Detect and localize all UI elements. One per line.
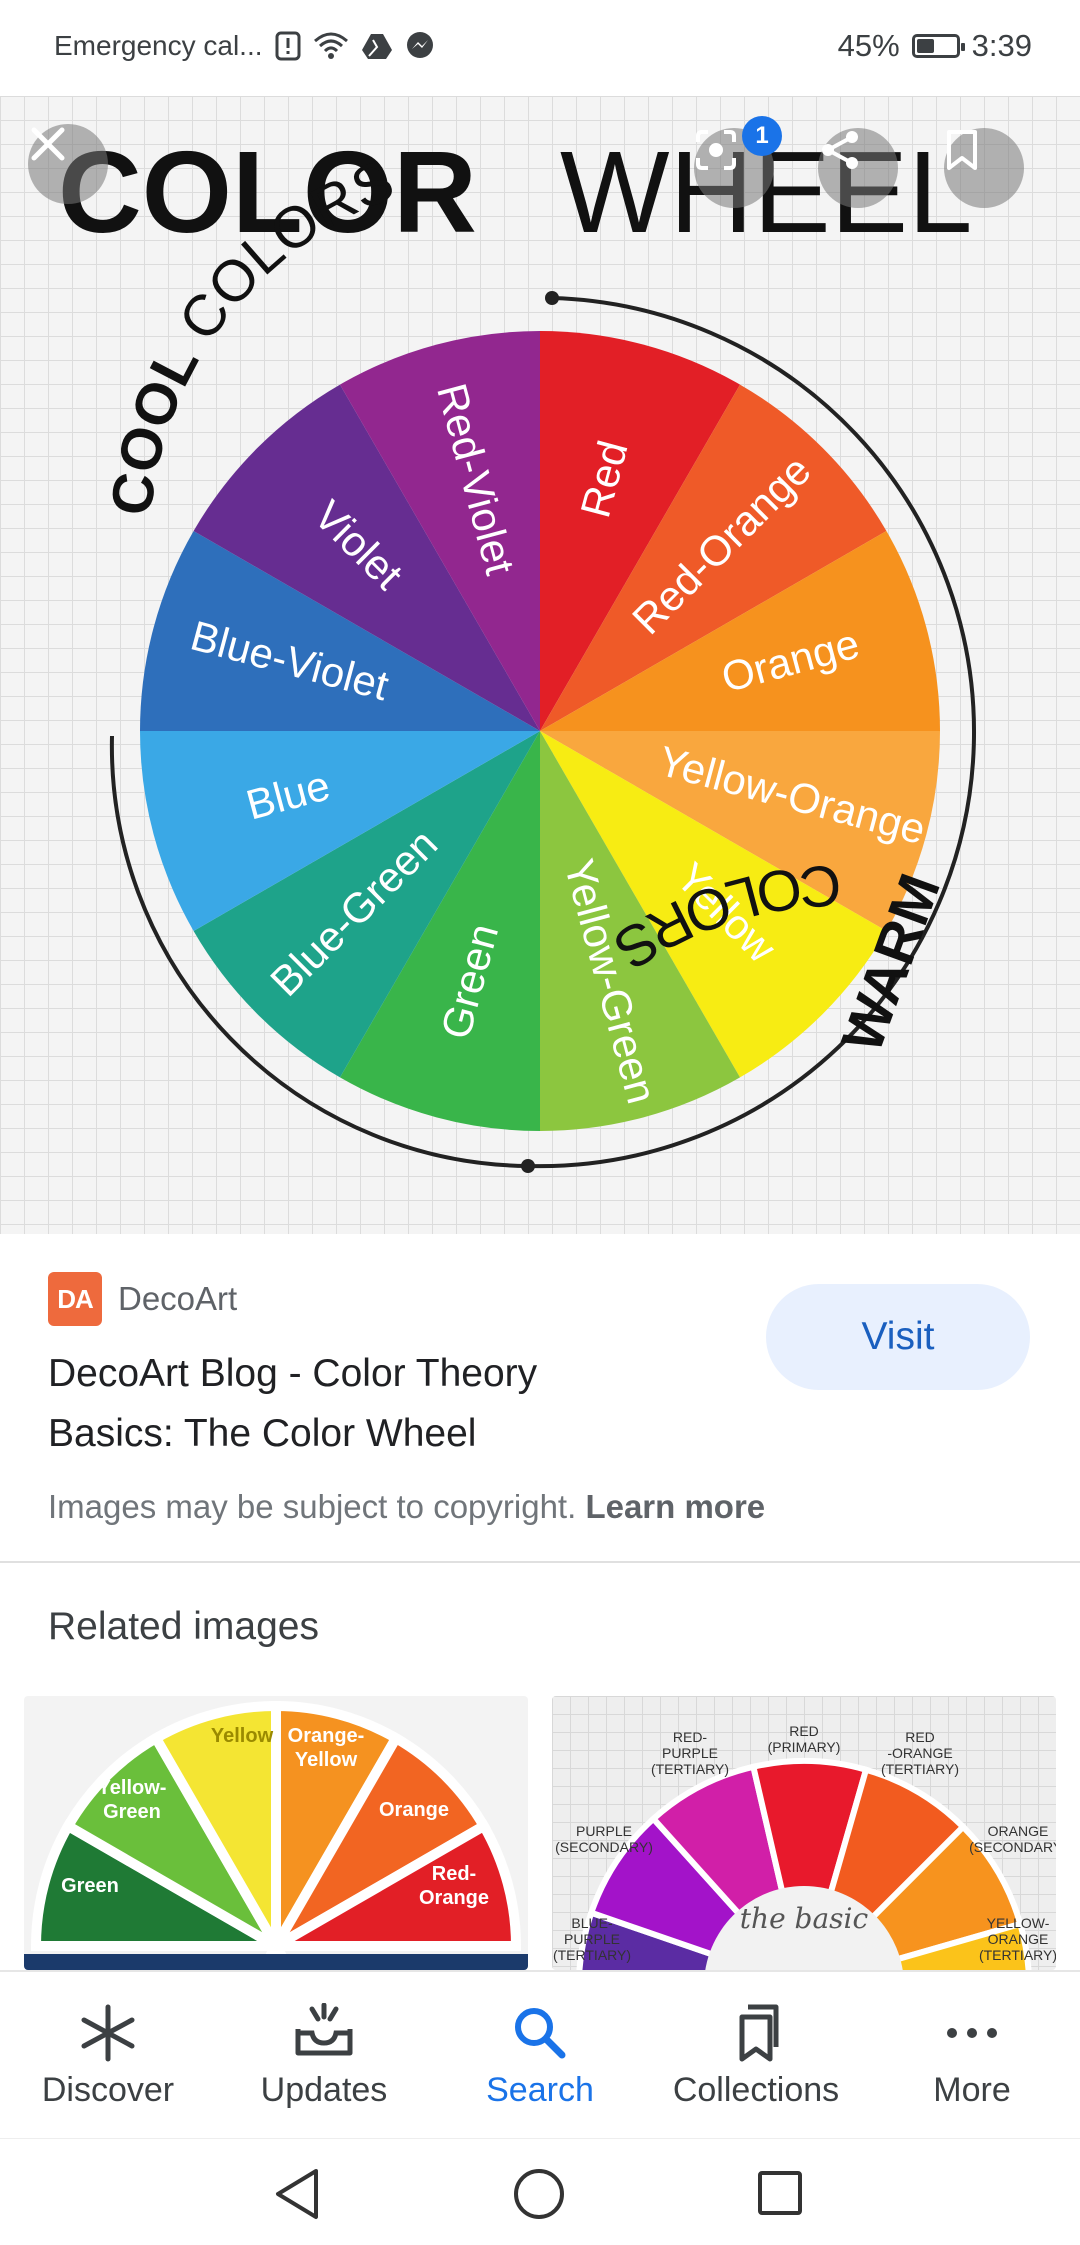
- page-title[interactable]: DecoArt Blog - Color Theory Basics: The …: [48, 1344, 688, 1464]
- more-dots-icon: [947, 2027, 997, 2038]
- status-carrier-text: Emergency cal...: [54, 30, 263, 61]
- wheel-segments: [140, 331, 940, 1131]
- close-button[interactable]: [28, 124, 108, 204]
- status-right: 45% 3:39: [838, 28, 1032, 64]
- bookmark-button[interactable]: [944, 128, 1024, 208]
- page-title-line1: DecoArt Blog - Color Theory: [48, 1352, 538, 1395]
- status-bar: Emergency cal... 45% 3:39: [0, 0, 1080, 96]
- thumb2-label: PURPLE (SECONDARY): [555, 1823, 653, 1855]
- battery-fill: [916, 39, 934, 53]
- nav-updates-label: Updates: [260, 2070, 388, 2109]
- wifi-icon: [313, 32, 348, 59]
- preview-image[interactable]: COLOR WHEEL Red Red-Orange Orange Yellow-Or…: [0, 96, 1080, 1234]
- lens-badge: 1: [742, 116, 782, 156]
- visit-button[interactable]: Visit: [766, 1284, 1030, 1390]
- thumb1-band: [24, 1954, 528, 1970]
- thumb2-label: YELLOW-ORANGE (TERTIARY): [979, 1915, 1056, 1963]
- related-image-2-wheel: the basic RED (PRIMARY) RED-PURPLE (TERTIARY…: [553, 1723, 1056, 1970]
- thumb2-label: RED (PRIMARY): [768, 1723, 841, 1755]
- clock: 3:39: [971, 28, 1032, 63]
- copyright-notice: Images may be subject to copyright. Lear…: [48, 1488, 765, 1526]
- alert-icon: [275, 31, 301, 61]
- nav-discover-label: Discover: [41, 2070, 175, 2109]
- updates-tray-icon: [295, 2002, 353, 2055]
- color-wheel-illustration: COLOR WHEEL RedRed-OrangeOrangeYellow-Or…: [58, 127, 977, 1173]
- bookmark-icon: [947, 130, 977, 170]
- asterisk-icon: [81, 2004, 135, 2061]
- thumb2-script: the basic: [740, 1902, 869, 1935]
- battery-icon: [911, 34, 965, 58]
- learn-more-link[interactable]: Learn more: [585, 1488, 765, 1525]
- copyright-text: Images may be subject to copyright.: [48, 1488, 577, 1525]
- thumb1-label: Yellow: [211, 1725, 274, 1747]
- thumb2-label: RED -ORANGE (TERTIARY): [881, 1729, 959, 1777]
- search-icon: [515, 2007, 566, 2058]
- related-image-2[interactable]: the basic RED (PRIMARY) RED-PURPLE (TERTIARY…: [552, 1696, 1056, 1970]
- drive-icon: [361, 34, 392, 59]
- nav-search[interactable]: Search: [432, 1972, 648, 2140]
- close-icon: [31, 127, 65, 161]
- share-button[interactable]: [818, 128, 898, 208]
- source-name: DecoArt: [118, 1280, 238, 1317]
- nav-updates[interactable]: Updates: [216, 1972, 432, 2140]
- thumb1-label: Orange: [379, 1799, 449, 1821]
- lens-button[interactable]: 1: [694, 116, 782, 208]
- nav-collections[interactable]: Collections: [648, 1972, 864, 2140]
- source-row[interactable]: DA DecoArt: [48, 1272, 237, 1326]
- page-title-line2: Basics: The Color Wheel: [48, 1412, 477, 1455]
- home-icon[interactable]: [512, 2167, 566, 2221]
- related-image-1-wheel: Yellow Orange-YellowYellow-Green OrangeGre…: [24, 1700, 528, 1970]
- thumb2-label: RED-PURPLE (TERTIARY): [651, 1729, 729, 1777]
- collections-icon: [739, 2004, 779, 2061]
- nav-search-label: Search: [486, 2070, 594, 2109]
- bottom-navigation: Discover Updates Search Collections More: [0, 1970, 1080, 2140]
- thumb2-label: ORANGE(SECONDARY): [969, 1823, 1056, 1855]
- share-icon: [822, 131, 858, 169]
- nav-more[interactable]: More: [864, 1972, 1080, 2140]
- status-left: Emergency cal...: [54, 30, 435, 62]
- divider: [0, 1561, 1080, 1563]
- nav-more-label: More: [933, 2070, 1011, 2109]
- site-favicon: DA: [48, 1272, 102, 1326]
- thumb1-label: Green: [61, 1875, 119, 1897]
- related-images-heading: Related images: [48, 1605, 319, 1648]
- recents-icon[interactable]: [756, 2169, 804, 2217]
- lens-icon: [696, 130, 736, 170]
- back-icon[interactable]: [272, 2167, 322, 2221]
- related-image-1[interactable]: Yellow Orange-Yellow Yellow-Green Orange Gre…: [24, 1696, 528, 1970]
- cool-label-bold: COOL: [99, 334, 212, 519]
- nav-discover[interactable]: Discover: [0, 1972, 216, 2140]
- system-navigation-bar: [0, 2138, 1080, 2245]
- messenger-icon: [406, 32, 433, 58]
- battery-percent: 45%: [837, 28, 900, 63]
- nav-collections-label: Collections: [672, 2070, 840, 2109]
